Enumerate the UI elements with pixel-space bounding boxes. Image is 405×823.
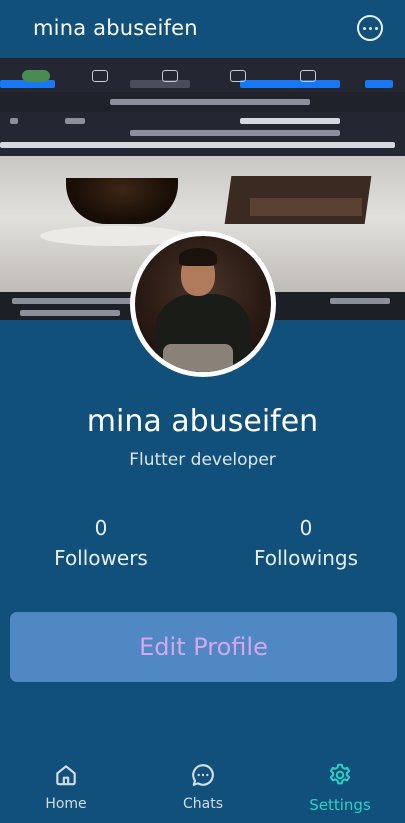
nav-item-home[interactable]: Home: [1, 748, 131, 812]
profile-bio: Flutter developer: [129, 450, 276, 470]
nav-label-settings: Settings: [309, 796, 371, 814]
followings-stat[interactable]: 0 Followings: [206, 516, 405, 570]
followers-count: 0: [94, 516, 108, 540]
followings-label: Followings: [253, 546, 359, 570]
profile-avatar[interactable]: [130, 231, 276, 377]
nav-item-settings[interactable]: Settings: [275, 748, 405, 814]
bottom-navigation: Home Chats Settings: [0, 748, 405, 823]
app-bar-title: mina abuseifen: [33, 16, 198, 40]
followings-count: 0: [299, 516, 313, 540]
followers-label: Followers: [54, 546, 148, 570]
avatar-photo: [135, 236, 271, 372]
gear-icon: [329, 763, 351, 785]
home-icon: [56, 765, 76, 786]
chat-bubble-icon: [192, 764, 214, 786]
nav-label-home: Home: [45, 796, 87, 812]
more-options-icon[interactable]: [357, 15, 383, 41]
followers-stat[interactable]: 0 Followers: [1, 516, 201, 570]
profile-name: mina abuseifen: [86, 404, 319, 439]
app-bar: mina abuseifen: [0, 0, 405, 56]
edit-profile-button[interactable]: Edit Profile: [10, 612, 397, 682]
nav-item-chats[interactable]: Chats: [138, 748, 268, 812]
nav-label-chats: Chats: [182, 796, 223, 812]
